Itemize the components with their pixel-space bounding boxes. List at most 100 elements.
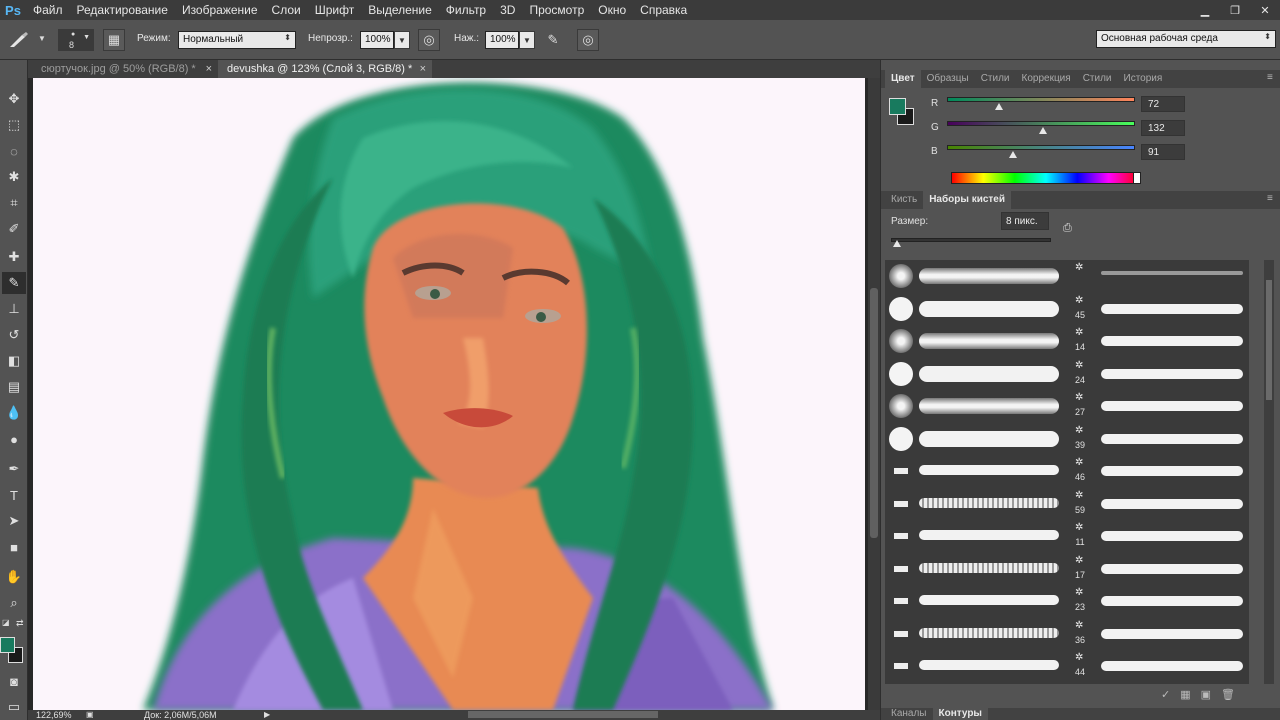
red-value-input[interactable]: 72 bbox=[1141, 96, 1185, 112]
magic-wand-tool-icon[interactable]: ✱ bbox=[2, 166, 26, 188]
tab-styles[interactable]: Стили bbox=[974, 70, 1016, 88]
close-icon[interactable]: × bbox=[206, 60, 212, 78]
brush-preset-row[interactable]: ✲ 46 bbox=[885, 455, 1249, 487]
zoom-tool-icon[interactable]: ⌕ bbox=[2, 592, 26, 614]
panel-menu-icon[interactable]: ≡ bbox=[1267, 72, 1273, 83]
brush-toggle-icon[interactable]: ✓ bbox=[1161, 688, 1170, 701]
brush-preset-row[interactable]: ✲ 11 bbox=[885, 520, 1249, 552]
menu-select[interactable]: Выделение bbox=[361, 0, 439, 20]
zoom-level[interactable]: 122,69% bbox=[36, 710, 72, 720]
quick-mask-icon[interactable]: ◙ bbox=[2, 670, 26, 692]
green-slider-knob[interactable] bbox=[1039, 127, 1047, 134]
menu-filter[interactable]: Фильтр bbox=[439, 0, 493, 20]
blue-slider-knob[interactable] bbox=[1009, 151, 1017, 158]
type-tool-icon[interactable]: T bbox=[2, 484, 26, 506]
canvas-horizontal-scrollbar-thumb[interactable] bbox=[468, 711, 658, 718]
opacity-input[interactable]: 100% bbox=[360, 31, 394, 49]
brush-tool-icon[interactable] bbox=[8, 29, 30, 51]
airbrush-icon[interactable]: ✎ bbox=[542, 29, 564, 51]
move-tool-icon[interactable]: ✥ bbox=[2, 88, 26, 110]
brush-preset-row[interactable]: ✲ 44 bbox=[885, 650, 1249, 682]
new-brush-icon[interactable]: ▣ bbox=[1201, 688, 1211, 701]
rectangle-tool-icon[interactable]: ■ bbox=[2, 536, 26, 558]
color-panel-foreground-swatch[interactable] bbox=[889, 98, 906, 115]
panel-menu-icon[interactable]: ≡ bbox=[1267, 193, 1273, 204]
tab-brush-presets[interactable]: Наборы кистей bbox=[923, 191, 1012, 209]
default-colors-icon[interactable]: ◪ bbox=[2, 618, 10, 627]
brush-preset-row[interactable]: ✲ 39 bbox=[885, 423, 1249, 455]
menu-edit[interactable]: Редактирование bbox=[70, 0, 175, 20]
clone-stamp-tool-icon[interactable]: ⊥ bbox=[2, 298, 26, 320]
tab-history[interactable]: История bbox=[1117, 70, 1169, 88]
red-slider-track[interactable] bbox=[947, 97, 1135, 102]
opacity-dropdown-icon[interactable]: ▼ bbox=[394, 31, 410, 49]
tab-paths[interactable]: Контуры bbox=[932, 708, 988, 720]
green-slider-track[interactable] bbox=[947, 121, 1135, 126]
scrollbar-thumb[interactable] bbox=[1266, 280, 1272, 400]
color-spectrum-ramp[interactable] bbox=[951, 172, 1141, 184]
pressure-dropdown-icon[interactable]: ▼ bbox=[519, 31, 535, 49]
menu-window[interactable]: Окно bbox=[591, 0, 633, 20]
hand-tool-icon[interactable]: ✋ bbox=[2, 566, 26, 588]
spectrum-white-swatch[interactable] bbox=[1133, 172, 1141, 184]
document-tab-surtuchok[interactable]: сюртучок.jpg @ 50% (RGB/8) * × bbox=[32, 60, 218, 78]
tab-color[interactable]: Цвет bbox=[885, 70, 921, 88]
brush-preset-row[interactable]: ✲ bbox=[885, 260, 1249, 292]
grid-icon[interactable]: ▦ bbox=[1180, 688, 1190, 701]
eyedropper-tool-icon[interactable]: ✐ bbox=[2, 218, 26, 240]
mode-select[interactable]: Нормальный ⬍ bbox=[178, 31, 296, 49]
status-arrow-icon[interactable]: ▶ bbox=[264, 710, 270, 719]
brush-preset-row[interactable]: ✲ 17 bbox=[885, 553, 1249, 585]
brush-size-picker[interactable]: 8 ● ▼ bbox=[58, 29, 94, 51]
history-brush-tool-icon[interactable]: ↺ bbox=[2, 324, 26, 346]
green-value-input[interactable]: 132 bbox=[1141, 120, 1185, 136]
brush-preset-row[interactable]: ✲ 24 bbox=[885, 358, 1249, 390]
red-slider-knob[interactable] bbox=[995, 103, 1003, 110]
lasso-tool-icon[interactable]: ◌ bbox=[2, 140, 26, 162]
menu-3d[interactable]: 3D bbox=[493, 0, 522, 20]
pressure-opacity-icon[interactable]: ◎ bbox=[418, 29, 440, 51]
document-tab-devushka[interactable]: devushka @ 123% (Слой 3, RGB/8) * × bbox=[218, 60, 432, 78]
close-icon[interactable]: × bbox=[420, 60, 426, 78]
menu-layers[interactable]: Слои bbox=[265, 0, 308, 20]
menu-type[interactable]: Шрифт bbox=[308, 0, 361, 20]
path-selection-tool-icon[interactable]: ➤ bbox=[2, 510, 26, 532]
menu-file[interactable]: Файл bbox=[26, 0, 70, 20]
brush-preset-row[interactable]: ✲ 14 bbox=[885, 325, 1249, 357]
brush-preset-row[interactable]: ✲ 45 bbox=[885, 293, 1249, 325]
restore-icon[interactable]: ❐ bbox=[1220, 0, 1250, 20]
marquee-tool-icon[interactable]: ⬚ bbox=[2, 114, 26, 136]
brush-size-slider[interactable] bbox=[891, 238, 1051, 242]
brush-preset-row[interactable]: ✲ 23 bbox=[885, 585, 1249, 617]
brush-size-input[interactable]: 8 пикс. bbox=[1001, 212, 1049, 230]
crop-tool-icon[interactable]: ⌗ bbox=[2, 192, 26, 214]
menu-image[interactable]: Изображение bbox=[175, 0, 265, 20]
eraser-tool-icon[interactable]: ◧ bbox=[2, 350, 26, 372]
tool-preset-arrow-icon[interactable]: ▼ bbox=[38, 34, 46, 43]
menu-help[interactable]: Справка bbox=[633, 0, 694, 20]
new-preset-icon[interactable]: ⎙ bbox=[1063, 222, 1081, 240]
document-canvas[interactable] bbox=[33, 78, 865, 710]
blur-tool-icon[interactable]: 💧 bbox=[2, 402, 26, 424]
status-menu-icon[interactable]: ▣ bbox=[86, 710, 94, 719]
pressure-size-icon[interactable]: ◎ bbox=[577, 29, 599, 51]
pen-tool-icon[interactable]: ✒ bbox=[2, 458, 26, 480]
brush-preset-row[interactable]: ✲ 36 bbox=[885, 618, 1249, 650]
tab-channels[interactable]: Каналы bbox=[885, 708, 933, 720]
workspace-select[interactable]: Основная рабочая среда ⬍ bbox=[1096, 30, 1276, 48]
scrollbar-thumb[interactable] bbox=[870, 288, 878, 538]
brush-size-slider-knob[interactable] bbox=[893, 240, 901, 247]
tab-swatches[interactable]: Образцы bbox=[920, 70, 975, 88]
brush-preset-row[interactable]: ✲ 27 bbox=[885, 390, 1249, 422]
screen-mode-icon[interactable]: ▭ bbox=[2, 696, 26, 718]
blue-value-input[interactable]: 91 bbox=[1141, 144, 1185, 160]
blue-slider-track[interactable] bbox=[947, 145, 1135, 150]
trash-icon[interactable]: 🗑 bbox=[1221, 688, 1235, 701]
brush-preset-row[interactable]: ✲ 59 bbox=[885, 488, 1249, 520]
brush-panel-toggle-icon[interactable]: ▦ bbox=[103, 29, 125, 51]
close-icon[interactable]: ✕ bbox=[1250, 0, 1280, 20]
tab-brush[interactable]: Кисть bbox=[885, 191, 924, 209]
healing-brush-tool-icon[interactable]: ✚ bbox=[2, 246, 26, 268]
tab-styles-2[interactable]: Стили bbox=[1076, 70, 1118, 88]
brush-tool-icon[interactable]: ✎ bbox=[2, 272, 26, 294]
